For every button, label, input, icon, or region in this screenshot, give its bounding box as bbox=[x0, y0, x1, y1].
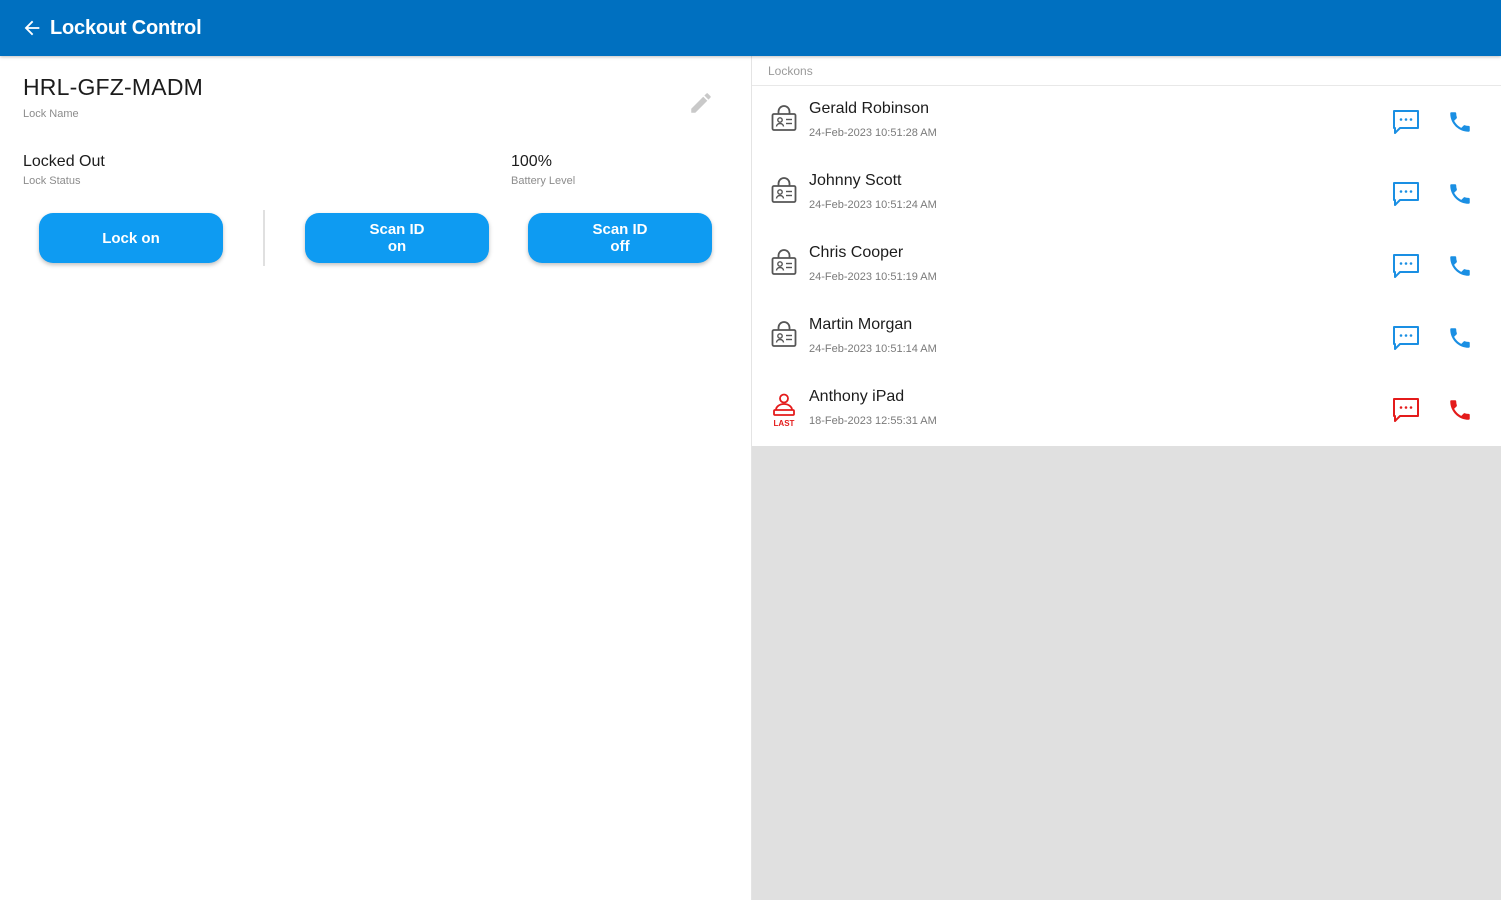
message-icon bbox=[1393, 182, 1419, 206]
list-item[interactable]: Martin Morgan 24-Feb-2023 10:51:14 AM bbox=[752, 302, 1501, 374]
lock-user-icon bbox=[768, 176, 800, 212]
lockons-pane: Lockons Gerald Robinson 24-Feb-2023 10:5… bbox=[752, 56, 1501, 900]
battery-level-label: Battery Level bbox=[511, 175, 576, 187]
pencil-icon bbox=[691, 93, 711, 113]
message-button[interactable] bbox=[1388, 250, 1424, 282]
lockon-name: Martin Morgan bbox=[809, 316, 913, 333]
lock-user-icon bbox=[768, 248, 800, 284]
lockon-timestamp: 18-Feb-2023 12:55:31 AM bbox=[809, 415, 937, 427]
list-item[interactable]: LAST Anthony iPad 18-Feb-2023 12:55:31 A… bbox=[752, 374, 1501, 446]
arrow-left-icon bbox=[24, 20, 40, 36]
scan-id-on-button[interactable]: Scan ID on bbox=[305, 213, 489, 263]
phone-icon bbox=[1450, 328, 1470, 348]
call-button[interactable] bbox=[1443, 178, 1477, 210]
lock-details-panel: HRL-GFZ-MADM Lock Name Locked Out Lock S… bbox=[0, 56, 752, 900]
lockon-name: Anthony iPad bbox=[809, 388, 905, 405]
lockon-timestamp: 24-Feb-2023 10:51:24 AM bbox=[809, 199, 937, 211]
message-icon bbox=[1393, 326, 1419, 350]
lock-user-icon bbox=[768, 320, 800, 356]
lock-name-value: HRL-GFZ-MADM bbox=[23, 74, 203, 100]
message-button[interactable] bbox=[1388, 394, 1424, 426]
lockon-name: Gerald Robinson bbox=[809, 100, 930, 117]
phone-icon bbox=[1450, 112, 1470, 132]
list-item[interactable]: Gerald Robinson 24-Feb-2023 10:51:28 AM bbox=[752, 86, 1501, 158]
message-icon bbox=[1393, 254, 1419, 278]
lock-user-icon bbox=[768, 104, 800, 140]
message-icon bbox=[1393, 110, 1419, 134]
phone-icon bbox=[1450, 184, 1470, 204]
message-button[interactable] bbox=[1388, 106, 1424, 138]
call-button[interactable] bbox=[1443, 106, 1477, 138]
call-button[interactable] bbox=[1443, 250, 1477, 282]
lockons-list: Lockons Gerald Robinson 24-Feb-2023 10:5… bbox=[752, 56, 1501, 446]
lockon-timestamp: 24-Feb-2023 10:51:28 AM bbox=[809, 127, 937, 139]
edit-lock-button[interactable] bbox=[684, 86, 718, 120]
call-button[interactable] bbox=[1443, 394, 1477, 426]
list-item[interactable]: Chris Cooper 24-Feb-2023 10:51:19 AM bbox=[752, 230, 1501, 302]
battery-level-value: 100% bbox=[511, 153, 552, 170]
phone-icon bbox=[1450, 256, 1470, 276]
app-bar: Lockout Control bbox=[0, 0, 1501, 56]
back-button[interactable] bbox=[10, 6, 54, 50]
page-title: Lockout Control bbox=[50, 16, 202, 39]
lockon-name: Chris Cooper bbox=[809, 244, 904, 261]
last-badge: LAST bbox=[773, 419, 795, 428]
message-button[interactable] bbox=[1388, 322, 1424, 354]
lockons-header: Lockons bbox=[752, 56, 1501, 86]
lockon-timestamp: 24-Feb-2023 10:51:14 AM bbox=[809, 343, 937, 355]
lock-status-label: Lock Status bbox=[23, 175, 81, 187]
message-button[interactable] bbox=[1388, 178, 1424, 210]
button-divider bbox=[263, 210, 265, 266]
lock-status-value: Locked Out bbox=[23, 153, 105, 170]
lockon-timestamp: 24-Feb-2023 10:51:19 AM bbox=[809, 271, 937, 283]
message-icon bbox=[1393, 398, 1419, 422]
call-button[interactable] bbox=[1443, 322, 1477, 354]
lockon-name: Johnny Scott bbox=[809, 172, 902, 189]
lock-name-label: Lock Name bbox=[23, 108, 79, 120]
scan-id-off-button[interactable]: Scan ID off bbox=[528, 213, 712, 263]
last-user-icon: LAST bbox=[768, 392, 800, 428]
list-item[interactable]: Johnny Scott 24-Feb-2023 10:51:24 AM bbox=[752, 158, 1501, 230]
phone-icon bbox=[1450, 400, 1470, 420]
lock-on-button[interactable]: Lock on bbox=[39, 213, 223, 263]
